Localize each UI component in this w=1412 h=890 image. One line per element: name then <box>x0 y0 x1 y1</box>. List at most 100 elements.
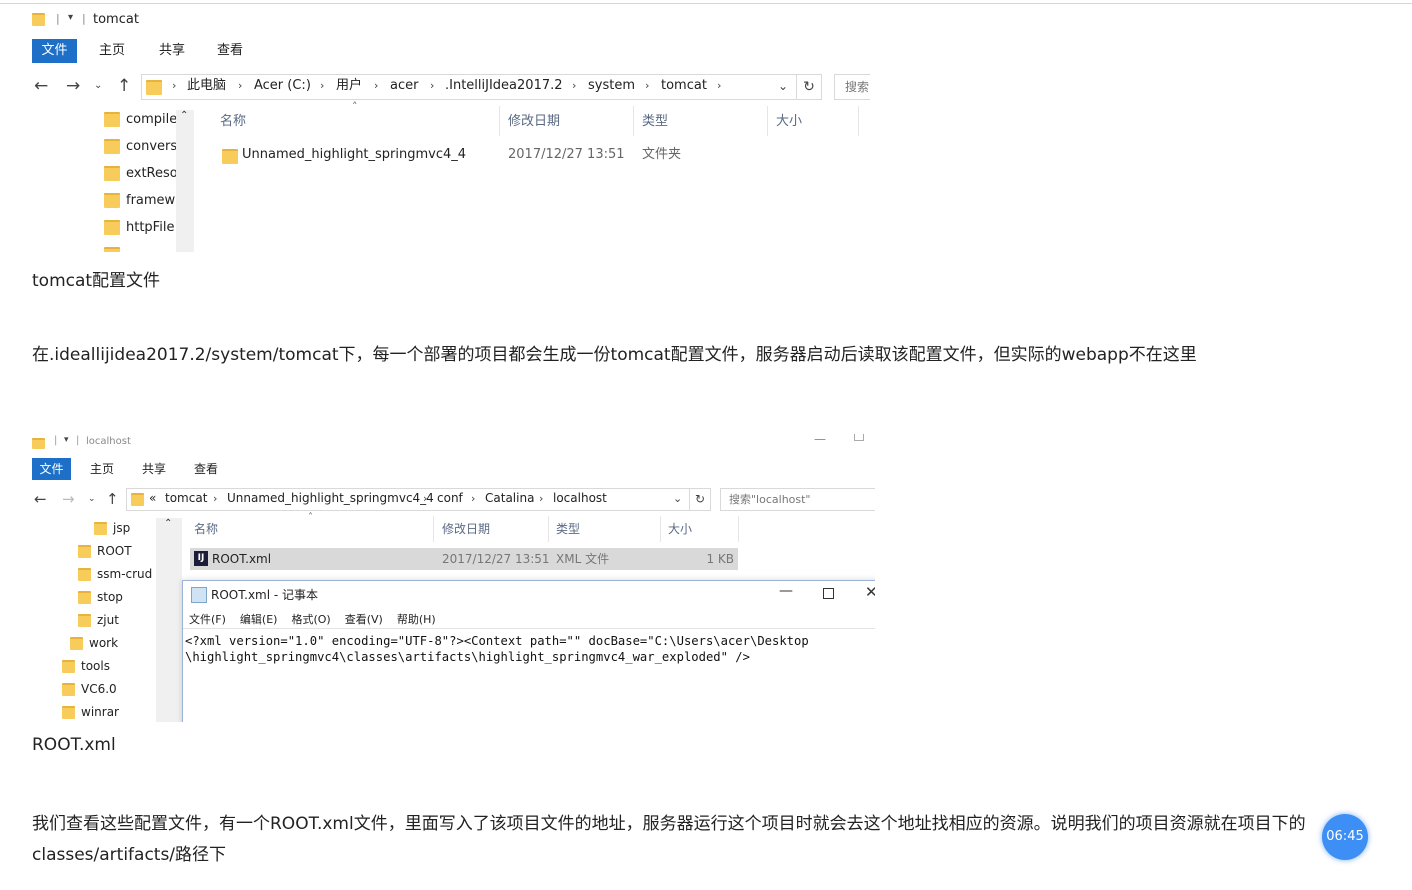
column-divider[interactable] <box>633 106 634 136</box>
column-divider[interactable] <box>767 106 768 136</box>
maximize-icon[interactable] <box>854 434 864 441</box>
column-divider[interactable] <box>433 516 434 542</box>
breadcrumb-project[interactable]: Unnamed_highlight_springmvc4_4 <box>227 488 434 509</box>
table-row[interactable]: IJ ROOT.xml 2017/12/27 13:51 XML 文件 1 KB <box>190 548 738 570</box>
up-arrow-icon[interactable]: ↑ <box>106 488 119 510</box>
quick-access-dropdown-icon[interactable]: ▾ <box>64 435 69 445</box>
breadcrumb-catalina[interactable]: Catalina <box>485 488 534 509</box>
tab-share[interactable]: 共享 <box>134 458 174 480</box>
quick-access-dropdown-icon[interactable]: ▾ <box>68 12 73 23</box>
menu-format[interactable]: 格式(O) <box>291 613 330 626</box>
scroll-up-icon[interactable]: ⌃ <box>180 110 188 121</box>
folder-icon <box>104 112 120 127</box>
back-arrow-icon[interactable]: ← <box>34 488 47 510</box>
breadcrumb-tomcat[interactable]: tomcat <box>661 75 707 97</box>
column-modified[interactable]: 修改日期 <box>442 518 490 540</box>
forward-arrow-icon[interactable]: → <box>66 75 80 97</box>
tree-scrollbar[interactable]: ⌃ <box>176 110 194 252</box>
tab-home[interactable]: 主页 <box>82 458 122 480</box>
breadcrumb-intellij[interactable]: .IntelliJIdea2017.2 <box>445 75 563 97</box>
chevron-right-icon: › <box>645 79 650 92</box>
refresh-icon[interactable]: ↻ <box>689 488 711 511</box>
notepad-text-area[interactable]: <?xml version="1.0" encoding="UTF-8"?><C… <box>183 628 875 722</box>
breadcrumb-tomcat[interactable]: tomcat <box>165 488 207 509</box>
folder-icon <box>32 438 45 449</box>
breadcrumb-acer[interactable]: acer <box>390 75 418 97</box>
scroll-up-icon[interactable]: ⌃ <box>164 518 172 529</box>
column-type[interactable]: 类型 <box>642 111 668 133</box>
column-name[interactable]: 名称 <box>194 518 218 540</box>
recent-locations-chevron-icon[interactable]: ⌄ <box>94 75 102 97</box>
tree-item[interactable]: ROOT <box>78 542 132 560</box>
breadcrumb-users[interactable]: 用户 <box>336 75 362 97</box>
folder-icon <box>104 220 120 235</box>
column-size[interactable]: 大小 <box>776 111 802 133</box>
tab-file[interactable]: 文件 <box>32 39 77 63</box>
tree-item[interactable]: zjut <box>78 611 119 629</box>
address-bar[interactable]: « tomcat › Unnamed_highlight_springmvc4_… <box>126 488 690 511</box>
address-dropdown-icon[interactable]: ⌄ <box>778 75 788 97</box>
notepad-icon <box>191 587 207 603</box>
address-bar[interactable]: › 此电脑 › Acer (C:) › 用户 › acer › .Intelli… <box>141 74 797 100</box>
recent-locations-chevron-icon[interactable]: ⌄ <box>88 488 96 510</box>
folder-icon <box>222 149 238 164</box>
tree-item[interactable]: winrar <box>62 703 119 721</box>
breadcrumb-system[interactable]: system <box>588 75 635 97</box>
notepad-line-1: <?xml version="1.0" encoding="UTF-8"?><C… <box>185 634 809 648</box>
up-arrow-icon[interactable]: ↑ <box>117 75 131 97</box>
column-divider[interactable] <box>738 516 739 542</box>
column-divider[interactable] <box>660 516 661 542</box>
menu-view[interactable]: 查看(V) <box>345 613 383 626</box>
title-separator-2: | <box>76 435 80 446</box>
column-type[interactable]: 类型 <box>556 518 580 540</box>
tree-item[interactable]: VC6.0 <box>62 680 117 698</box>
tree-item[interactable]: jsp <box>94 519 130 537</box>
tree-item[interactable]: httpFile <box>104 219 174 237</box>
tab-home[interactable]: 主页 <box>92 39 132 63</box>
column-divider[interactable] <box>858 106 859 136</box>
menu-edit[interactable]: 编辑(E) <box>240 613 278 626</box>
folder-icon <box>78 614 91 627</box>
tab-view[interactable]: 查看 <box>210 39 250 63</box>
tree-item[interactable]: ssm-crud <box>78 565 152 583</box>
address-dropdown-icon[interactable]: ⌄ <box>673 488 682 509</box>
search-input[interactable]: 搜索 <box>834 74 870 100</box>
breadcrumb-localhost[interactable]: localhost <box>553 488 607 509</box>
minimize-icon[interactable]: — <box>779 583 793 599</box>
tree-item[interactable]: tools <box>62 657 110 675</box>
tree-scrollbar[interactable]: ⌃ <box>156 518 182 722</box>
tab-file[interactable]: 文件 <box>32 458 71 480</box>
tree-item[interactable] <box>104 246 126 252</box>
menu-help[interactable]: 帮助(H) <box>397 613 436 626</box>
tree-item-label: jsp <box>113 521 131 535</box>
column-divider[interactable] <box>548 516 549 542</box>
refresh-icon[interactable]: ↻ <box>796 74 822 100</box>
timer-badge[interactable]: 06:45 <box>1322 814 1368 860</box>
column-name[interactable]: 名称 <box>220 111 246 133</box>
column-size[interactable]: 大小 <box>668 518 692 540</box>
forward-arrow-icon[interactable]: → <box>62 488 75 510</box>
maximize-icon[interactable] <box>823 588 834 599</box>
tab-share[interactable]: 共享 <box>152 39 192 63</box>
breadcrumb-conf[interactable]: conf <box>437 488 463 509</box>
search-input[interactable]: 搜索"localhost" <box>720 488 875 511</box>
tree-item[interactable]: work <box>70 634 118 652</box>
breadcrumb-overflow-icon[interactable]: « <box>149 488 156 509</box>
tree-item[interactable]: extReso <box>104 165 178 183</box>
breadcrumb-this-pc[interactable]: 此电脑 <box>187 75 226 97</box>
close-icon[interactable]: ✕ <box>865 583 875 601</box>
tab-view[interactable]: 查看 <box>186 458 226 480</box>
breadcrumb-drive[interactable]: Acer (C:) <box>254 75 311 97</box>
table-row[interactable]: Unnamed_highlight_springmvc4_4 2017/12/2… <box>218 144 864 166</box>
explorer-screenshot-localhost: | ▾ | localhost — 文件 主页 共享 查看 ← → ⌄ ↑ « … <box>28 434 875 722</box>
tree-item[interactable]: stop <box>78 588 123 606</box>
column-modified[interactable]: 修改日期 <box>508 111 560 133</box>
minimize-icon[interactable]: — <box>814 434 826 446</box>
column-divider[interactable] <box>499 106 500 136</box>
tree-item[interactable]: compile <box>104 111 177 129</box>
menu-file[interactable]: 文件(F) <box>189 613 226 626</box>
back-arrow-icon[interactable]: ← <box>34 75 48 97</box>
folder-icon <box>70 637 83 650</box>
tree-item[interactable]: framew <box>104 192 175 210</box>
tree-item[interactable]: convers <box>104 138 177 156</box>
